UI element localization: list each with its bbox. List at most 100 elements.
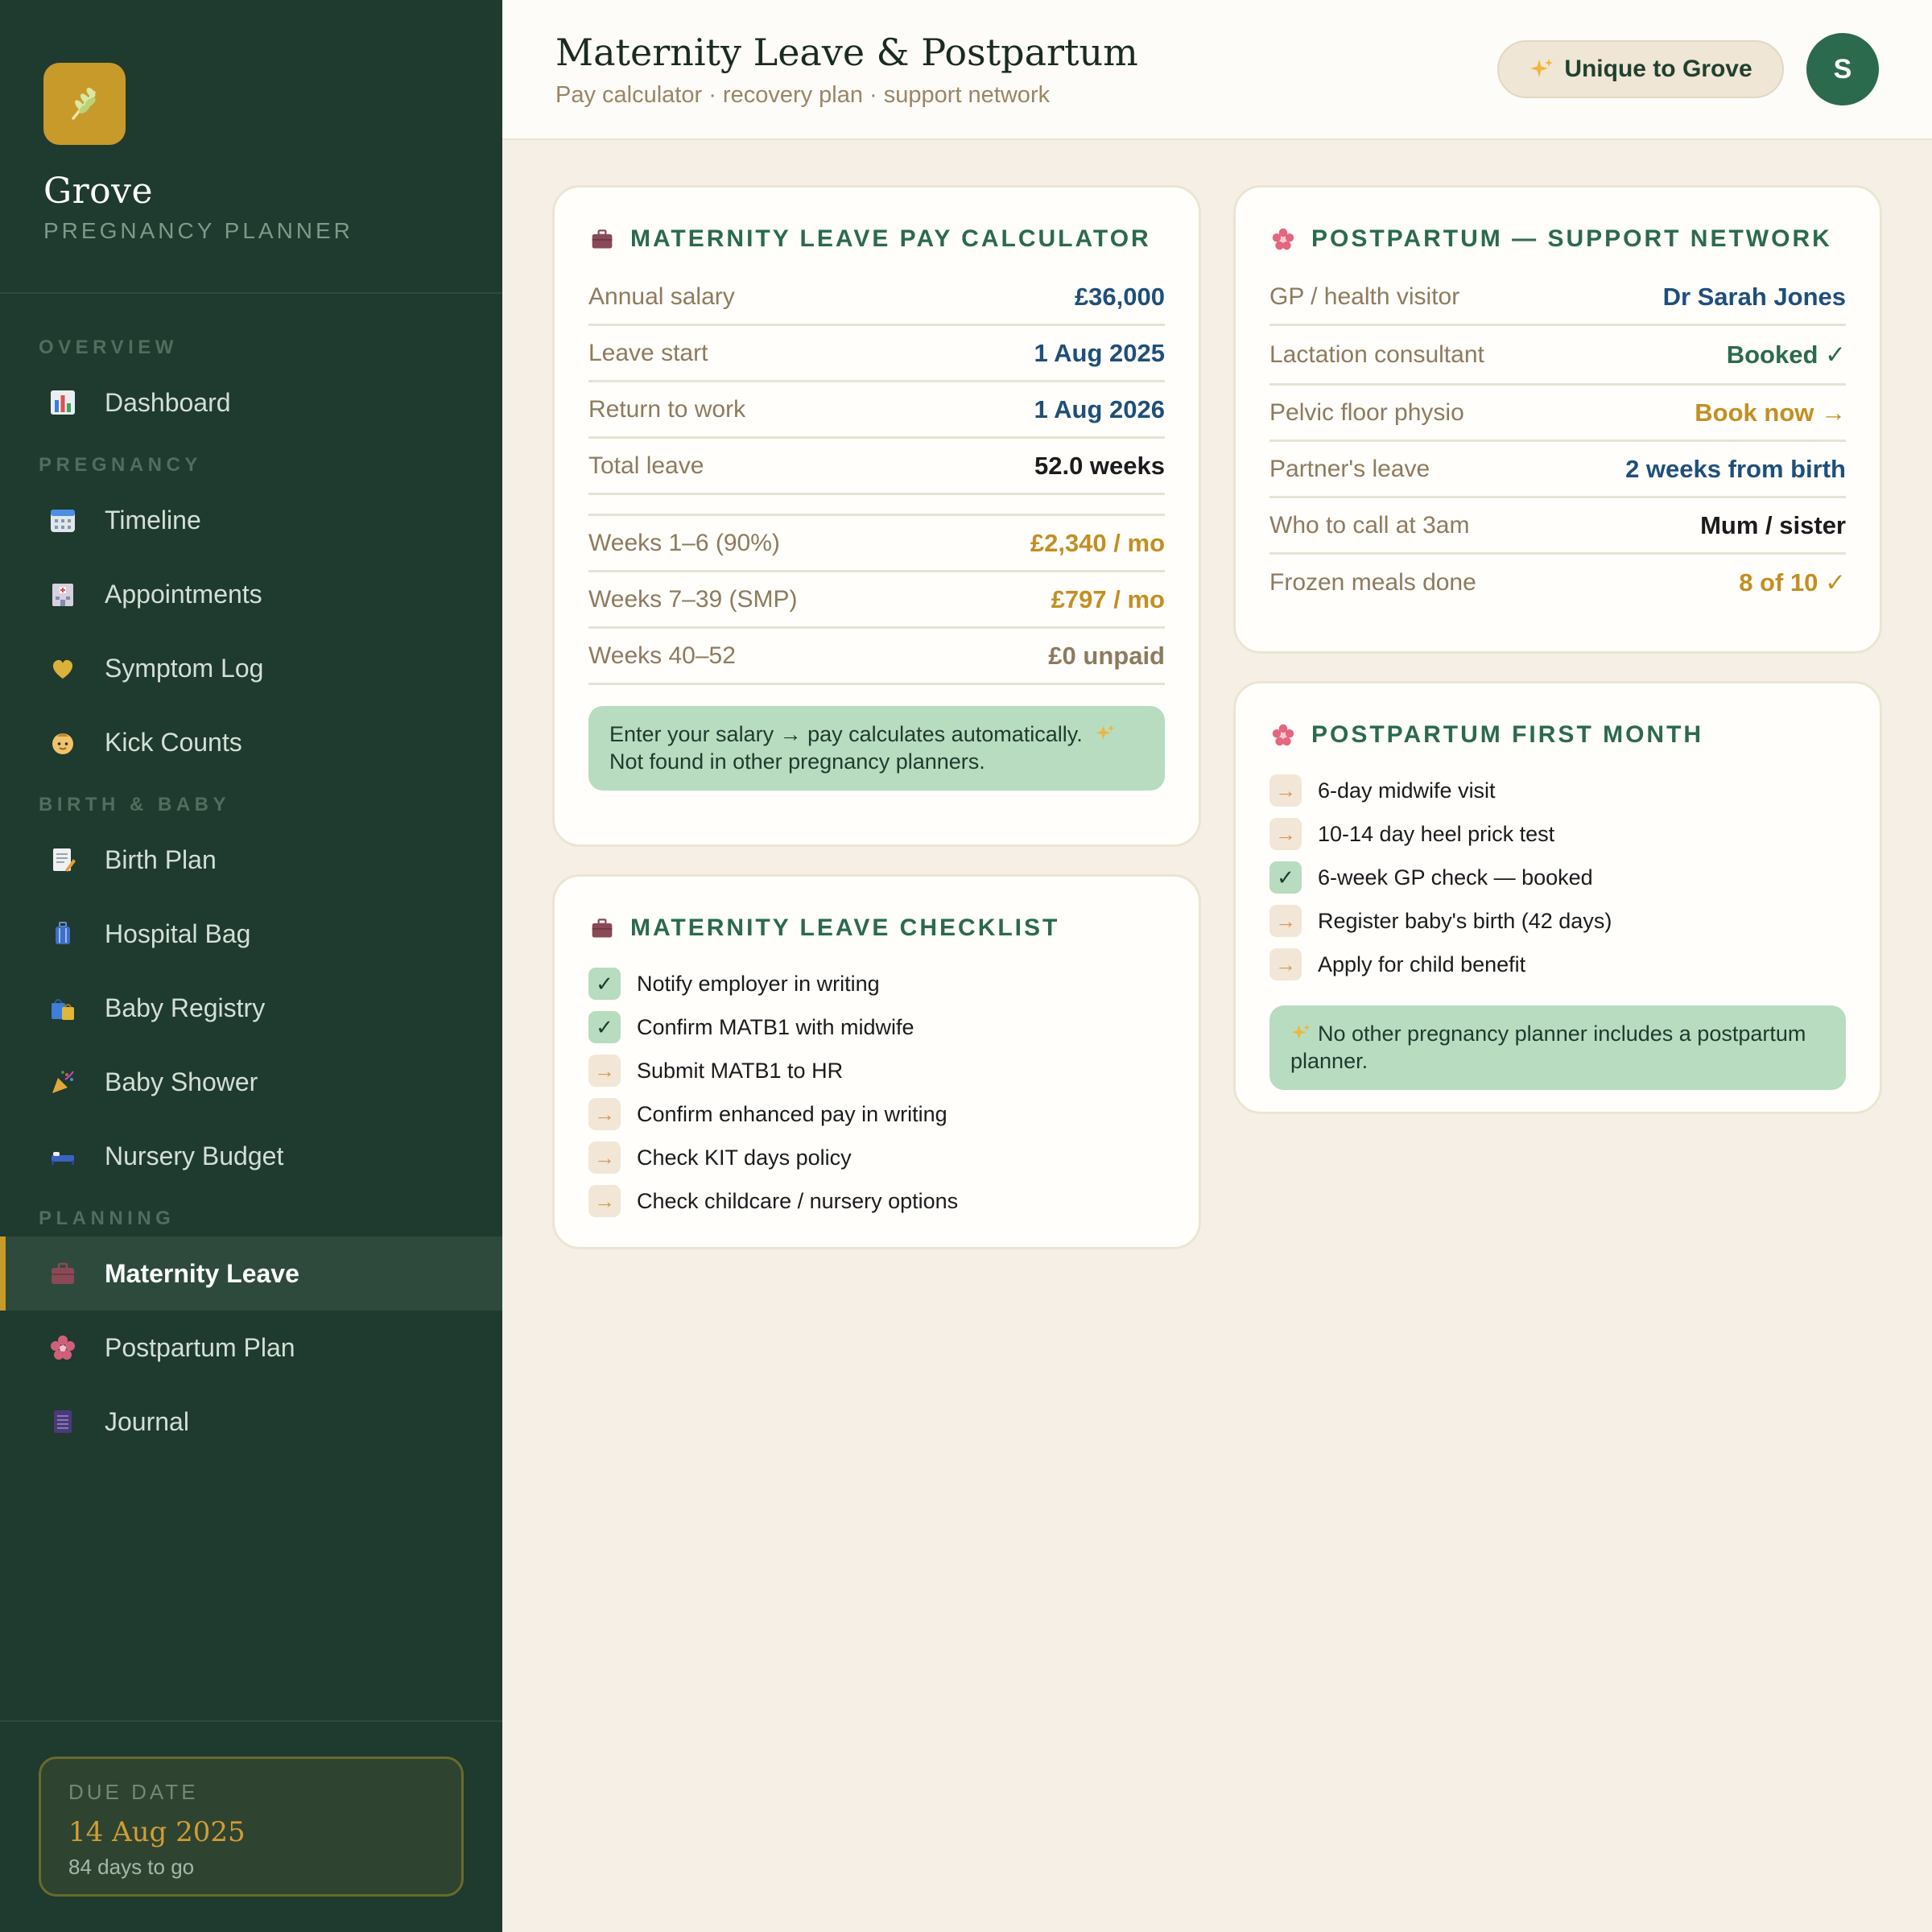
sidebar-item-baby-registry[interactable]: Baby Registry xyxy=(0,971,502,1045)
checklist-item-label: Notify employer in writing xyxy=(637,971,880,996)
checkbox-pending[interactable]: → xyxy=(1269,774,1302,807)
hospital-icon xyxy=(48,580,77,609)
pay-row: Weeks 1–6 (90%) £2,340 / mo xyxy=(588,516,1165,572)
row-label: GP / health visitor xyxy=(1269,283,1460,310)
annual-salary-value[interactable]: £36,000 xyxy=(1075,283,1165,312)
avatar[interactable]: S xyxy=(1806,33,1879,105)
checklist-item[interactable]: ✓ Notify employer in writing xyxy=(588,962,1165,1005)
total-leave-row: Total leave 52.0 weeks xyxy=(588,439,1165,495)
sidebar-item-postpartum-plan[interactable]: Postpartum Plan xyxy=(0,1311,502,1385)
checkbox-pending[interactable]: → xyxy=(1269,905,1302,937)
due-date-card: DUE DATE 14 Aug 2025 84 days to go xyxy=(39,1757,464,1897)
checkbox-pending[interactable]: → xyxy=(588,1185,621,1217)
checkbox-pending[interactable]: → xyxy=(1269,948,1302,980)
checklist-item[interactable]: ✓ Confirm MATB1 with midwife xyxy=(588,1005,1165,1049)
card-title-text: MATERNITY LEAVE CHECKLIST xyxy=(630,914,1060,941)
sidebar-item-symptom-log[interactable]: Symptom Log xyxy=(0,631,502,705)
checkbox-pending[interactable]: → xyxy=(588,1055,621,1087)
sparkles-icon xyxy=(1290,1022,1311,1049)
sidebar-item-label: Symptom Log xyxy=(105,653,264,683)
sidebar-item-appointments[interactable]: Appointments xyxy=(0,557,502,631)
checklist-item[interactable]: → 10-14 day heel prick test xyxy=(1269,812,1846,856)
sidebar-item-maternity-leave[interactable]: Maternity Leave xyxy=(0,1236,502,1311)
row-label: Return to work xyxy=(588,395,746,423)
checklist-item[interactable]: → Apply for child benefit xyxy=(1269,943,1846,986)
blossom-icon xyxy=(1269,721,1297,749)
due-date-label: DUE DATE xyxy=(68,1780,199,1804)
sidebar-item-label: Maternity Leave xyxy=(105,1258,299,1288)
annual-salary-row[interactable]: Annual salary £36,000 xyxy=(588,270,1165,326)
row-label: Total leave xyxy=(588,452,704,479)
leave-start-value[interactable]: 1 Aug 2025 xyxy=(1034,339,1165,368)
checkbox-checked[interactable]: ✓ xyxy=(588,1011,621,1043)
sidebar-item-label: Baby Registry xyxy=(105,993,266,1022)
checklist-item[interactable]: → Check childcare / nursery options xyxy=(588,1179,1165,1223)
row-label: Frozen meals done xyxy=(1269,569,1476,596)
lactation-status: Booked ✓ xyxy=(1726,340,1846,369)
card-title: POSTPARTUM FIRST MONTH xyxy=(1269,717,1846,753)
sparkles-icon xyxy=(1529,56,1554,82)
checklist-item-label: Register baby's birth (42 days) xyxy=(1318,908,1612,933)
sidebar-item-kick-counts[interactable]: Kick Counts xyxy=(0,705,502,779)
unique-to-grove-button[interactable]: Unique to Grove xyxy=(1497,40,1784,98)
row-label: Weeks 40–52 xyxy=(588,642,736,669)
book-now-link[interactable]: Book now → xyxy=(1695,398,1846,427)
checklist-item[interactable]: → 6-day midwife visit xyxy=(1269,769,1846,812)
luggage-icon xyxy=(48,919,77,948)
bed-icon xyxy=(48,1141,77,1170)
sidebar-item-birth-plan[interactable]: Birth Plan xyxy=(0,823,502,897)
pay-value: £0 unpaid xyxy=(1048,641,1165,670)
sidebar-item-label: Appointments xyxy=(105,579,262,609)
total-leave-value: 52.0 weeks xyxy=(1034,451,1165,480)
checklist-item-label: 6-week GP check — booked xyxy=(1318,865,1593,890)
checklist-item[interactable]: → Confirm enhanced pay in writing xyxy=(588,1092,1165,1136)
due-date-value: 14 Aug 2025 xyxy=(68,1816,246,1848)
checkbox-pending[interactable]: → xyxy=(588,1098,621,1130)
bar-chart-icon xyxy=(48,388,77,417)
checklist-item-label: Confirm MATB1 with midwife xyxy=(637,1014,914,1039)
sidebar-item-timeline[interactable]: Timeline xyxy=(0,483,502,557)
leave-start-row[interactable]: Leave start 1 Aug 2025 xyxy=(588,326,1165,382)
row-label: Pelvic floor physio xyxy=(1269,398,1464,426)
checklist-item-label: Check childcare / nursery options xyxy=(637,1188,959,1213)
memo-icon xyxy=(48,845,77,874)
sidebar-nav: OVERVIEW Dashboard PREGNANCY Timeline Ap… xyxy=(0,330,502,1459)
card-title-text: POSTPARTUM — SUPPORT NETWORK xyxy=(1311,225,1832,252)
sidebar-item-label: Postpartum Plan xyxy=(105,1332,295,1362)
baby-icon xyxy=(48,728,77,757)
sidebar-item-baby-shower[interactable]: Baby Shower xyxy=(0,1045,502,1119)
frozen-meals-value: 8 of 10 ✓ xyxy=(1739,568,1846,597)
checklist-item[interactable]: → Submit MATB1 to HR xyxy=(588,1049,1165,1092)
sidebar-item-label: Baby Shower xyxy=(105,1067,258,1096)
support-row: Pelvic floor physio Book now → xyxy=(1269,386,1846,442)
checkbox-checked[interactable]: ✓ xyxy=(588,968,621,1000)
first-month-card: POSTPARTUM FIRST MONTH → 6-day midwife v… xyxy=(1233,681,1882,1114)
sidebar-item-journal[interactable]: Journal xyxy=(0,1385,502,1459)
checklist-item[interactable]: → Register baby's birth (42 days) xyxy=(1269,899,1846,943)
party-popper-icon xyxy=(48,1067,77,1096)
return-to-work-row[interactable]: Return to work 1 Aug 2026 xyxy=(588,382,1165,439)
sidebar-item-label: Journal xyxy=(105,1406,189,1436)
checklist-item[interactable]: ✓ 6-week GP check — booked xyxy=(1269,856,1846,899)
checkbox-pending[interactable]: → xyxy=(588,1141,621,1174)
sidebar-item-label: Dashboard xyxy=(105,387,231,417)
sidebar-item-label: Kick Counts xyxy=(105,727,242,757)
sidebar-item-nursery-budget[interactable]: Nursery Budget xyxy=(0,1119,502,1193)
checklist-item-label: Check KIT days policy xyxy=(637,1145,852,1170)
checklist-item[interactable]: → Check KIT days policy xyxy=(588,1136,1165,1179)
sidebar-divider xyxy=(0,292,502,294)
sidebar-item-hospital-bag[interactable]: Hospital Bag xyxy=(0,897,502,971)
return-to-work-value[interactable]: 1 Aug 2026 xyxy=(1034,395,1165,424)
row-label: Weeks 7–39 (SMP) xyxy=(588,585,798,613)
page-header: Maternity Leave & Postpartum Pay calcula… xyxy=(502,0,1932,140)
sidebar-item-dashboard[interactable]: Dashboard xyxy=(0,365,502,440)
row-label: Annual salary xyxy=(588,283,735,310)
row-label: Leave start xyxy=(588,339,708,366)
checkbox-pending[interactable]: → xyxy=(1269,818,1302,850)
checkbox-checked[interactable]: ✓ xyxy=(1269,861,1302,894)
support-row: Lactation consultant Booked ✓ xyxy=(1269,326,1846,386)
blossom-icon xyxy=(1269,225,1297,253)
support-row: Partner's leave 2 weeks from birth xyxy=(1269,442,1846,498)
page-title: Maternity Leave & Postpartum xyxy=(555,31,1138,74)
wheat-sprig-icon[interactable] xyxy=(43,63,126,145)
